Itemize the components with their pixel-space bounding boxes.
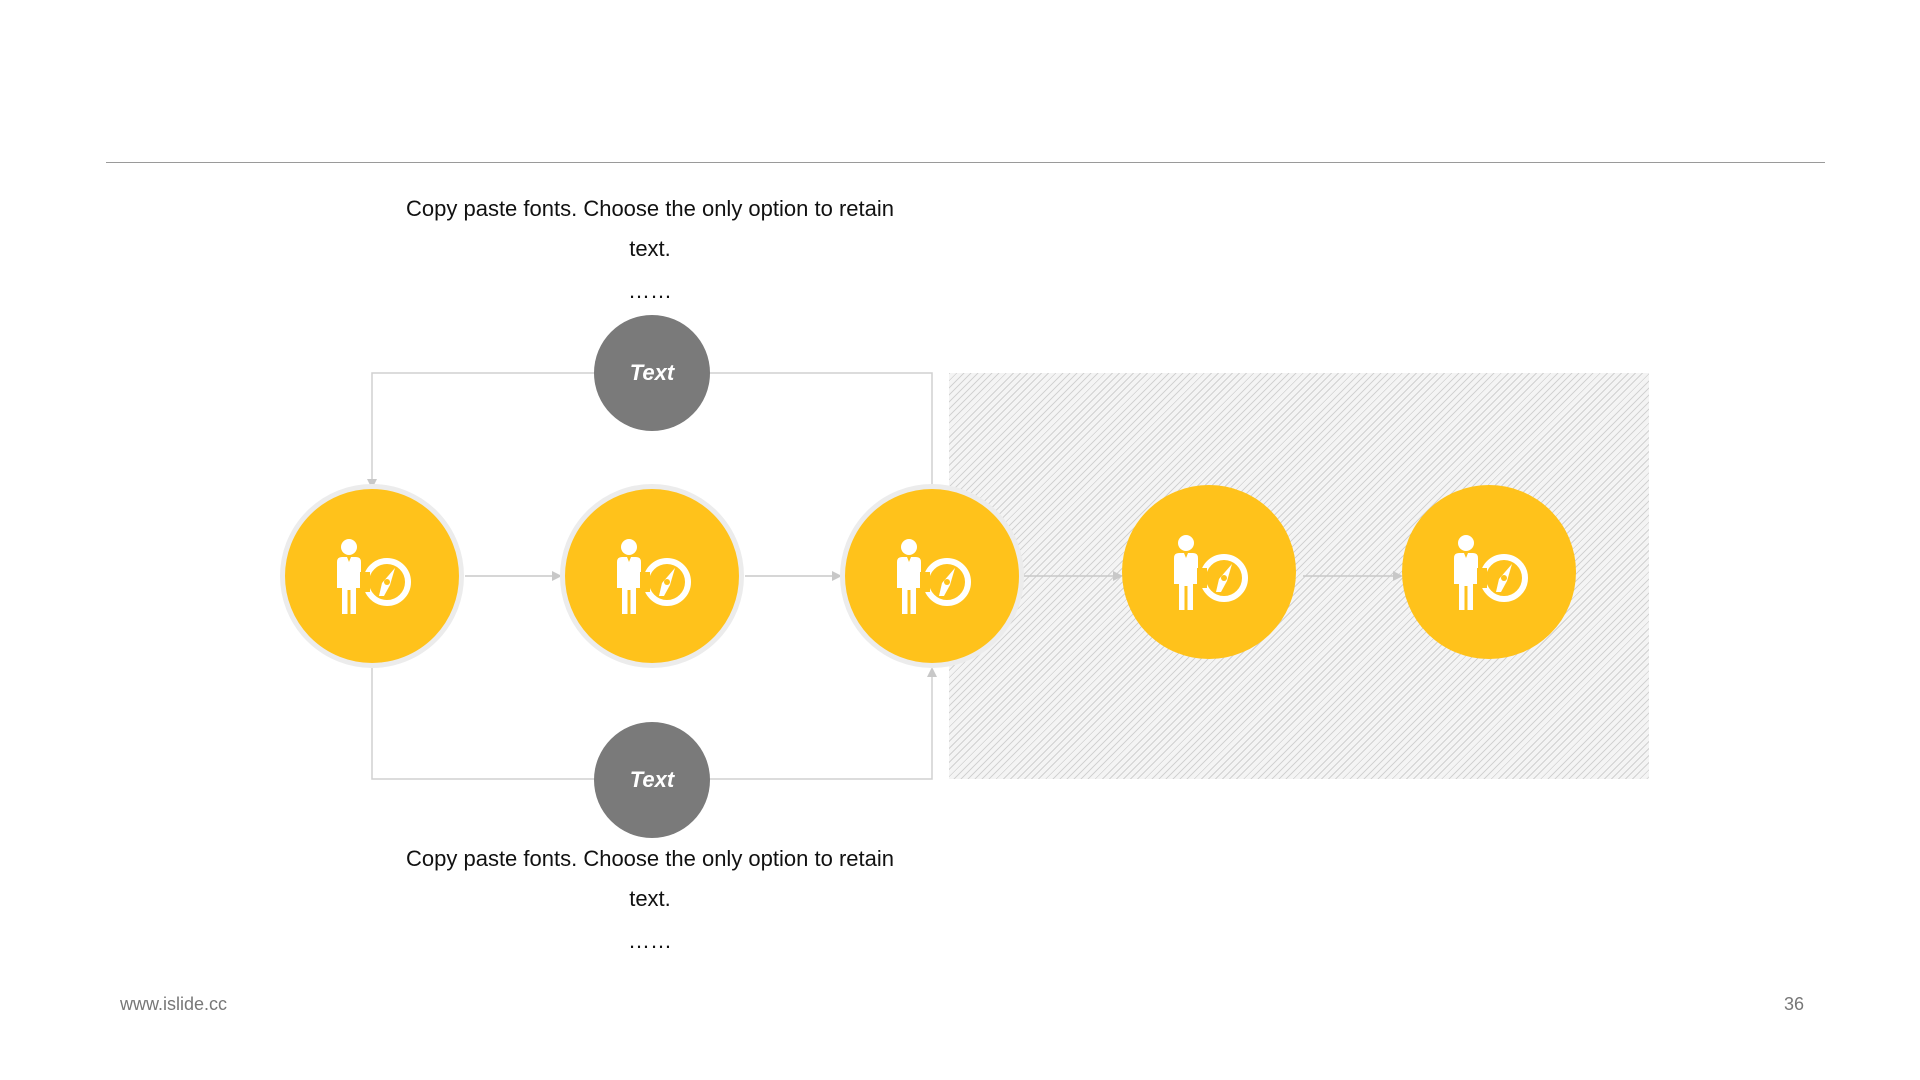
caption-top-text: Copy paste fonts. Choose the only option…	[406, 196, 894, 261]
page-number: 36	[1784, 994, 1805, 1014]
step-node-2	[560, 484, 744, 668]
caption-bottom-text: Copy paste fonts. Choose the only option…	[406, 846, 894, 911]
step-node-1	[280, 484, 464, 668]
footer-url[interactable]: www.islide.cc	[120, 994, 227, 1015]
businessman-compass-icon	[617, 539, 691, 614]
caption-top-ellipsis: ……	[628, 278, 672, 303]
branch-top-label: Text	[629, 360, 675, 385]
caption-top: Copy paste fonts. Choose the only option…	[400, 189, 900, 311]
step-node-4	[1122, 485, 1296, 659]
step-node-5	[1402, 485, 1576, 659]
caption-bottom-ellipsis: ……	[628, 928, 672, 953]
branch-bottom-label: Text	[629, 767, 675, 792]
caption-bottom: Copy paste fonts. Choose the only option…	[400, 839, 900, 961]
step-node-3	[840, 484, 1024, 668]
businessman-compass-icon	[1174, 535, 1248, 610]
branch-bottom-circle: Text	[594, 722, 710, 838]
branch-top-circle: Text	[594, 315, 710, 431]
businessman-compass-icon	[897, 539, 971, 614]
businessman-compass-icon	[1454, 535, 1528, 610]
businessman-compass-icon	[337, 539, 411, 614]
